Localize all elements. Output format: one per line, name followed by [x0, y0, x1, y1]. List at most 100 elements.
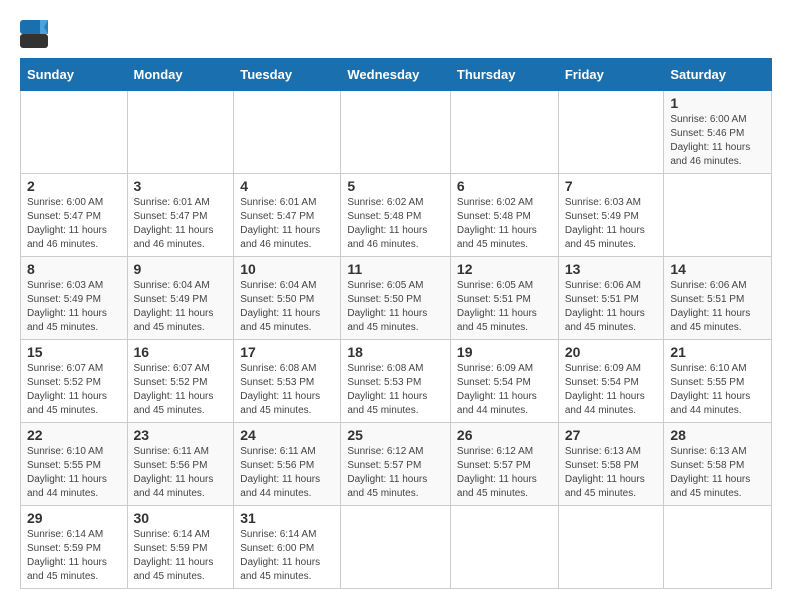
day-detail: Sunrise: 6:00 AMSunset: 5:46 PMDaylight:…	[670, 113, 765, 169]
day-number: 17	[240, 344, 334, 360]
calendar-cell: 19 Sunrise: 6:09 AMSunset: 5:54 PMDayligh…	[450, 340, 558, 423]
logo	[20, 20, 52, 48]
day-number: 18	[347, 344, 444, 360]
calendar-cell: 20Sunrise: 6:09 AMSunset: 5:54 PMDayligh…	[558, 340, 664, 423]
day-detail: Sunrise: 6:07 AMSunset: 5:52 PMDaylight:…	[134, 362, 228, 418]
day-number: 31	[240, 510, 334, 526]
day-detail: Sunrise: 6:12 AMSunset: 5:57 PMDaylight:…	[347, 445, 444, 501]
day-number: 21	[670, 344, 765, 360]
page-header	[20, 20, 772, 48]
day-detail: Sunrise: 6:03 AMSunset: 5:49 PMDaylight:…	[27, 279, 121, 335]
calendar-cell: 27 Sunrise: 6:13 AMSunset: 5:58 PMDayligh…	[558, 423, 664, 506]
day-number: 23	[134, 427, 228, 443]
calendar-cell: 11 Sunrise: 6:05 AMSunset: 5:50 PMDayligh…	[341, 257, 451, 340]
day-detail: Sunrise: 6:02 AMSunset: 5:48 PMDaylight:…	[347, 196, 444, 252]
day-detail: Sunrise: 6:10 AMSunset: 5:55 PMDaylight:…	[27, 445, 121, 501]
calendar-cell: 21Sunrise: 6:10 AMSunset: 5:55 PMDayligh…	[664, 340, 772, 423]
day-detail: Sunrise: 6:11 AMSunset: 5:56 PMDaylight:…	[240, 445, 334, 501]
calendar-cell: 16 Sunrise: 6:07 AMSunset: 5:52 PMDayligh…	[127, 340, 234, 423]
calendar-cell: 4 Sunrise: 6:01 AMSunset: 5:47 PMDaylight…	[234, 174, 341, 257]
day-detail: Sunrise: 6:12 AMSunset: 5:57 PMDaylight:…	[457, 445, 552, 501]
calendar-cell	[21, 91, 128, 174]
col-header-tuesday: Tuesday	[234, 59, 341, 91]
day-detail: Sunrise: 6:03 AMSunset: 5:49 PMDaylight:…	[565, 196, 658, 252]
calendar-cell: 28 Sunrise: 6:13 AMSunset: 5:58 PMDayligh…	[664, 423, 772, 506]
calendar-cell: 2 Sunrise: 6:00 AMSunset: 5:47 PMDaylight…	[21, 174, 128, 257]
day-detail: Sunrise: 6:09 AMSunset: 5:54 PMDaylight:…	[457, 362, 552, 418]
logo-icon	[20, 20, 48, 48]
calendar-cell	[341, 91, 451, 174]
day-number: 15	[27, 344, 121, 360]
calendar-cell: 9 Sunrise: 6:04 AMSunset: 5:49 PMDaylight…	[127, 257, 234, 340]
calendar-cell	[664, 174, 772, 257]
day-number: 16	[134, 344, 228, 360]
day-detail: Sunrise: 6:02 AMSunset: 5:48 PMDaylight:…	[457, 196, 552, 252]
calendar-cell: 12Sunrise: 6:05 AMSunset: 5:51 PMDayligh…	[450, 257, 558, 340]
day-detail: Sunrise: 6:11 AMSunset: 5:56 PMDaylight:…	[134, 445, 228, 501]
day-detail: Sunrise: 6:06 AMSunset: 5:51 PMDaylight:…	[670, 279, 765, 335]
day-number: 30	[134, 510, 228, 526]
calendar-cell: 3 Sunrise: 6:01 AMSunset: 5:47 PMDaylight…	[127, 174, 234, 257]
header-row: SundayMondayTuesdayWednesdayThursdayFrid…	[21, 59, 772, 91]
day-number: 5	[347, 178, 444, 194]
day-number: 28	[670, 427, 765, 443]
day-detail: Sunrise: 6:05 AMSunset: 5:50 PMDaylight:…	[347, 279, 444, 335]
col-header-wednesday: Wednesday	[341, 59, 451, 91]
day-detail: Sunrise: 6:04 AMSunset: 5:49 PMDaylight:…	[134, 279, 228, 335]
calendar-cell: 8Sunrise: 6:03 AMSunset: 5:49 PMDaylight…	[21, 257, 128, 340]
day-number: 10	[240, 261, 334, 277]
week-row-0: 1 Sunrise: 6:00 AMSunset: 5:46 PMDaylight…	[21, 91, 772, 174]
day-detail: Sunrise: 6:01 AMSunset: 5:47 PMDaylight:…	[240, 196, 334, 252]
day-number: 22	[27, 427, 121, 443]
day-number: 6	[457, 178, 552, 194]
day-number: 25	[347, 427, 444, 443]
day-number: 11	[347, 261, 444, 277]
week-row-3: 15 Sunrise: 6:07 AMSunset: 5:52 PMDayligh…	[21, 340, 772, 423]
day-number: 1	[670, 95, 765, 111]
week-row-4: 22 Sunrise: 6:10 AMSunset: 5:55 PMDayligh…	[21, 423, 772, 506]
calendar-cell: 7 Sunrise: 6:03 AMSunset: 5:49 PMDaylight…	[558, 174, 664, 257]
day-detail: Sunrise: 6:08 AMSunset: 5:53 PMDaylight:…	[347, 362, 444, 418]
day-detail: Sunrise: 6:01 AMSunset: 5:47 PMDaylight:…	[134, 196, 228, 252]
calendar-cell: 5 Sunrise: 6:02 AMSunset: 5:48 PMDaylight…	[341, 174, 451, 257]
day-number: 20	[565, 344, 658, 360]
day-detail: Sunrise: 6:13 AMSunset: 5:58 PMDaylight:…	[565, 445, 658, 501]
day-number: 13	[565, 261, 658, 277]
calendar-cell: 25 Sunrise: 6:12 AMSunset: 5:57 PMDayligh…	[341, 423, 451, 506]
day-number: 27	[565, 427, 658, 443]
calendar-cell: 10 Sunrise: 6:04 AMSunset: 5:50 PMDayligh…	[234, 257, 341, 340]
calendar-cell: 13Sunrise: 6:06 AMSunset: 5:51 PMDayligh…	[558, 257, 664, 340]
calendar-cell: 30Sunrise: 6:14 AMSunset: 5:59 PMDayligh…	[127, 506, 234, 589]
week-row-1: 2 Sunrise: 6:00 AMSunset: 5:47 PMDaylight…	[21, 174, 772, 257]
calendar-cell: 14Sunrise: 6:06 AMSunset: 5:51 PMDayligh…	[664, 257, 772, 340]
calendar-cell: 26Sunrise: 6:12 AMSunset: 5:57 PMDayligh…	[450, 423, 558, 506]
calendar-cell: 22 Sunrise: 6:10 AMSunset: 5:55 PMDayligh…	[21, 423, 128, 506]
calendar-cell	[450, 91, 558, 174]
calendar-cell: 1 Sunrise: 6:00 AMSunset: 5:46 PMDaylight…	[664, 91, 772, 174]
col-header-thursday: Thursday	[450, 59, 558, 91]
day-detail: Sunrise: 6:00 AMSunset: 5:47 PMDaylight:…	[27, 196, 121, 252]
day-number: 2	[27, 178, 121, 194]
calendar-cell	[558, 91, 664, 174]
day-number: 7	[565, 178, 658, 194]
calendar-cell: 23 Sunrise: 6:11 AMSunset: 5:56 PMDayligh…	[127, 423, 234, 506]
day-number: 29	[27, 510, 121, 526]
day-detail: Sunrise: 6:13 AMSunset: 5:58 PMDaylight:…	[670, 445, 765, 501]
col-header-monday: Monday	[127, 59, 234, 91]
day-number: 3	[134, 178, 228, 194]
day-number: 9	[134, 261, 228, 277]
day-detail: Sunrise: 6:04 AMSunset: 5:50 PMDaylight:…	[240, 279, 334, 335]
week-row-2: 8Sunrise: 6:03 AMSunset: 5:49 PMDaylight…	[21, 257, 772, 340]
week-row-5: 29Sunrise: 6:14 AMSunset: 5:59 PMDayligh…	[21, 506, 772, 589]
calendar-cell: 24 Sunrise: 6:11 AMSunset: 5:56 PMDayligh…	[234, 423, 341, 506]
day-detail: Sunrise: 6:05 AMSunset: 5:51 PMDaylight:…	[457, 279, 552, 335]
day-detail: Sunrise: 6:14 AMSunset: 6:00 PMDaylight:…	[240, 528, 334, 584]
calendar-cell	[558, 506, 664, 589]
day-number: 19	[457, 344, 552, 360]
calendar-cell	[450, 506, 558, 589]
col-header-friday: Friday	[558, 59, 664, 91]
calendar-cell: 17Sunrise: 6:08 AMSunset: 5:53 PMDayligh…	[234, 340, 341, 423]
calendar-cell	[664, 506, 772, 589]
day-number: 4	[240, 178, 334, 194]
day-number: 24	[240, 427, 334, 443]
